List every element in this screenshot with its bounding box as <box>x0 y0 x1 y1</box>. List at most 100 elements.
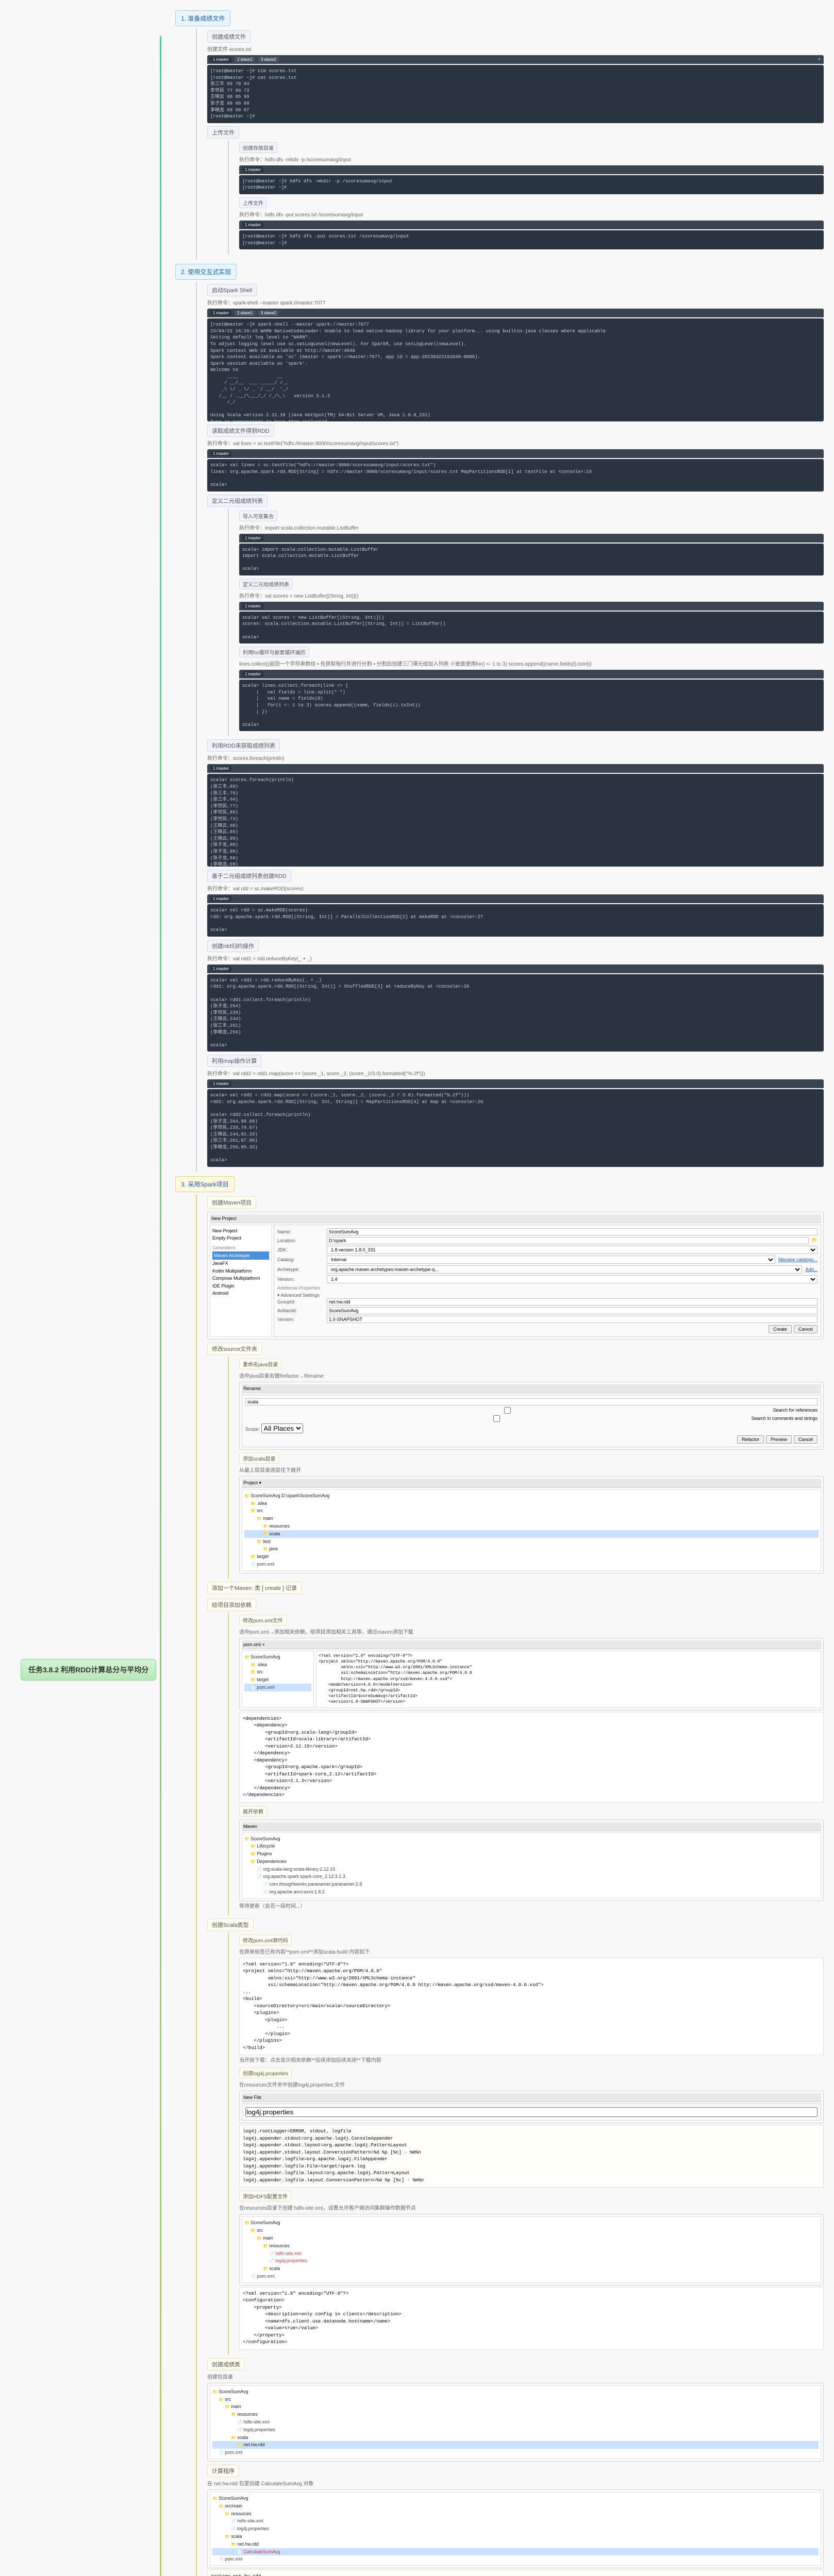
tree-folder[interactable]: .idea <box>244 1500 819 1507</box>
tree-folder[interactable]: ScoreSumAvg <box>212 2388 819 2396</box>
archetype-select[interactable]: org.apache.maven.archetypes:maven-archet… <box>327 1265 802 1274</box>
tree-file[interactable]: pom.xml <box>212 2449 819 2456</box>
list-item[interactable]: Android <box>212 1290 269 1297</box>
tree-folder[interactable]: resources <box>212 2411 819 2418</box>
artifactid-input[interactable] <box>327 1307 818 1314</box>
tree-folder[interactable]: test <box>244 1538 819 1546</box>
tree-file[interactable]: hdfs-site.xml <box>212 2418 819 2426</box>
b1-s1-label[interactable]: 创建成绩文件 <box>207 30 251 43</box>
b1-s2-p2-label[interactable]: 上传文件 <box>239 197 267 208</box>
tree-folder[interactable]: main <box>212 2403 819 2411</box>
leaf-label[interactable]: 重命名java目录 <box>239 1359 281 1369</box>
tree-folder[interactable]: ScoreSumAvg D:\spark\ScoreSumAvg <box>244 1492 819 1500</box>
tree-folder[interactable]: scala <box>244 2265 819 2273</box>
term-tab[interactable]: 3 slave2 <box>258 310 279 316</box>
search-comments-checkbox[interactable] <box>245 1415 748 1422</box>
refactor-button[interactable]: Refactor <box>737 1435 764 1444</box>
leaf-label[interactable]: 导入可变集合 <box>239 511 277 521</box>
tree-folder[interactable]: main <box>244 1515 819 1522</box>
tree-folder[interactable]: ScoreSumAvg <box>212 2495 819 2502</box>
tree-folder[interactable]: main <box>244 2234 819 2242</box>
branch3-title[interactable]: 3. 采用Spark项目 <box>175 1176 235 1192</box>
b3-s4-label[interactable]: 给项目添加依赖 <box>207 1599 256 1611</box>
tree-folder[interactable]: src <box>244 2227 819 2234</box>
tree-folder[interactable]: Plugins <box>244 1850 819 1858</box>
term-tab[interactable]: 1 master <box>242 167 263 173</box>
tree-folder[interactable]: scala <box>212 2533 819 2540</box>
cancel-button[interactable]: Cancel <box>794 1435 818 1444</box>
b2-s5-label[interactable]: 基于二元组成绩列表创建RDD <box>207 870 291 882</box>
leaf-label[interactable]: 展开依赖 <box>239 1806 267 1817</box>
filename-input[interactable] <box>245 2107 818 2117</box>
term-tab[interactable]: 3 slave2 <box>258 57 279 62</box>
term-tab[interactable]: 1 master <box>210 766 231 771</box>
list-item-selected[interactable]: Maven Archetype <box>212 1251 269 1260</box>
jdk-select[interactable]: 1.8 version 1.8.0_331 <box>327 1246 818 1254</box>
groupid-input[interactable] <box>327 1298 818 1306</box>
tree-folder[interactable]: scala <box>212 2434 819 2442</box>
tree-folder[interactable]: src <box>244 1668 311 1676</box>
term-tab[interactable]: 1 master <box>210 310 231 316</box>
b2-s3-label[interactable]: 定义二元组成绩列表 <box>207 495 268 507</box>
cancel-button[interactable]: Cancel <box>794 1325 818 1333</box>
tree-folder[interactable]: src <box>212 2396 819 2403</box>
list-item[interactable]: Kotlin Multiplatform <box>212 1267 269 1275</box>
list-item[interactable]: Compose Multiplatform <box>212 1275 269 1282</box>
leaf-label[interactable]: 修改pom.xml文件 <box>239 1615 287 1625</box>
tree-file[interactable]: hdfs-site.xml <box>212 2517 819 2525</box>
tree-file[interactable]: hdfs-site.xml <box>244 2250 819 2258</box>
tree-folder[interactable]: src/main <box>212 2502 819 2510</box>
name-input[interactable] <box>327 1228 818 1235</box>
tree-folder[interactable]: ScoreSumAvg <box>244 1835 819 1843</box>
tree-folder[interactable]: net.hw.rdd <box>212 2540 819 2548</box>
tree-file-selected[interactable]: pom.xml <box>244 1684 311 1691</box>
manage-link[interactable]: Manage catalogs... <box>778 1257 818 1262</box>
tree-folder[interactable]: src <box>244 1507 819 1515</box>
tree-folder[interactable]: resources <box>212 2510 819 2518</box>
leaf-label[interactable]: 定义二元组成绩列表 <box>239 579 293 589</box>
tree-folder[interactable]: .idea <box>244 1661 311 1669</box>
leaf-label[interactable]: 利用for循环与嵌套循环遍历 <box>239 647 309 657</box>
b2-s4-label[interactable]: 利用RDD来获取成绩列表 <box>207 739 280 752</box>
leaf-label[interactable]: 添加scala目录 <box>239 1453 279 1464</box>
catalog-select[interactable]: Internal <box>327 1256 775 1264</box>
term-tab[interactable]: 1 master <box>242 535 263 541</box>
term-tab[interactable]: 1 master <box>210 57 231 62</box>
tree-folder-selected[interactable]: scala <box>244 1530 819 1538</box>
tree-folder[interactable]: target <box>244 1676 311 1684</box>
b3-s5-label[interactable]: 创建Scala类型 <box>207 1919 254 1931</box>
tree-folder[interactable]: java <box>244 1545 819 1553</box>
tree-folder[interactable]: Lifecycle <box>244 1842 819 1850</box>
b3-s2-label[interactable]: 修改source文件夹 <box>207 1343 262 1355</box>
b2-s1-label[interactable]: 启动Spark Shell <box>207 284 257 296</box>
folder-icon[interactable]: 📁 <box>812 1238 818 1243</box>
tree-file[interactable]: pom.xml <box>244 1561 819 1568</box>
tree-file[interactable]: pom.xml <box>244 2273 819 2280</box>
b2-s6-label[interactable]: 创建rdd归约操作 <box>207 940 259 952</box>
version-input[interactable] <box>327 1316 818 1323</box>
preview-button[interactable]: Preview <box>766 1435 792 1444</box>
b2-s2-label[interactable]: 读取成绩文件得到RDD <box>207 425 274 437</box>
b1-s2-p1-label[interactable]: 创建存放目录 <box>239 142 277 153</box>
leaf-label[interactable]: 添加HDFS配置文件 <box>239 2191 291 2201</box>
scope-select[interactable]: All Places <box>261 1423 303 1433</box>
leaf-label[interactable]: 创建log4j.properties <box>239 2067 292 2078</box>
tree-file[interactable]: log4j.properties <box>212 2525 819 2533</box>
list-item[interactable]: IDE Plugin <box>212 1282 269 1290</box>
tree-item[interactable]: org.apache.spark:spark-core_2.12:3.1.3 <box>244 1873 819 1880</box>
term-tab[interactable]: 1 master <box>210 896 231 902</box>
list-item[interactable]: New Project <box>212 1227 269 1234</box>
tree-folder[interactable]: Dependencies <box>244 1858 819 1866</box>
tree-folder[interactable]: ScoreSumAvg <box>244 2219 819 2227</box>
b3-s7-label[interactable]: 计算程序 <box>207 2465 239 2477</box>
b3-s6-label[interactable]: 创建成绩类 <box>207 2358 245 2370</box>
b3-s1-label[interactable]: 创建Maven项目 <box>207 1196 256 1209</box>
term-tab[interactable]: 1 master <box>210 966 231 972</box>
rename-input[interactable] <box>245 1398 818 1405</box>
tree-item[interactable]: org.apache.avro:avro:1.8.2 <box>244 1888 819 1896</box>
branch2-title[interactable]: 2. 使用交互式实现 <box>175 264 237 280</box>
list-item[interactable]: JavaFX <box>212 1260 269 1267</box>
tree-file-selected[interactable]: CalculateSumAvg <box>212 2548 819 2556</box>
term-tab[interactable]: 2 slave1 <box>235 57 255 62</box>
tree-file[interactable]: pom.xml <box>212 2555 819 2563</box>
